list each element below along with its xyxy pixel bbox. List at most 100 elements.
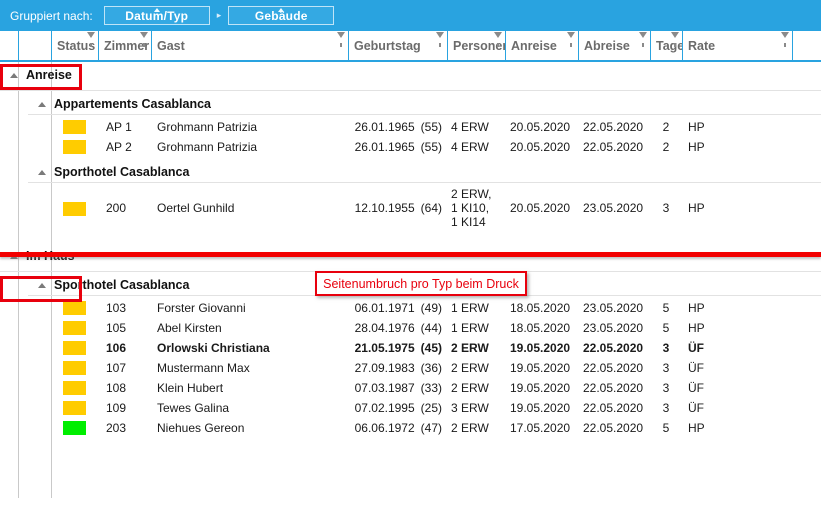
collapse-triangle-icon[interactable]: [38, 282, 46, 288]
table-row[interactable]: 108 Klein Hubert 07.03.1987 (33) 2 ERW 19.05.…: [0, 378, 821, 398]
table-row[interactable]: 107 Mustermann Max 27.09.1983 (36) 2 ERW 19.0…: [0, 358, 821, 378]
table-row[interactable]: 203 Niehues Gereon 06.06.1972 (47) 2 ERW 17.0…: [0, 418, 821, 438]
column-header-personen[interactable]: Personen: [447, 31, 505, 60]
column-header-status[interactable]: Status: [51, 31, 98, 60]
cell-gast: Grohmann Patrizia: [157, 140, 258, 154]
cell-anreise: 19.05.2020: [510, 361, 571, 375]
column-header-anreise[interactable]: Anreise: [505, 31, 578, 60]
cell-anreise: 18.05.2020: [510, 321, 571, 335]
status-color-swatch: [63, 341, 86, 355]
status-cell: [63, 418, 86, 438]
personen-line: 1 KI14: [451, 215, 486, 229]
table-row[interactable]: AP 2 Grohmann Patrizia 26.01.1965 (55) 4 ERW…: [0, 137, 821, 157]
cell-geburtstag: 06.01.1971 (49): [348, 298, 447, 318]
personen-line: 1 ERW: [451, 321, 489, 335]
group-header-level2[interactable]: Appartements Casablanca: [38, 93, 211, 115]
cell-gast: Grohmann Patrizia: [157, 120, 258, 134]
column-header-spacer2[interactable]: [18, 31, 51, 60]
personen-line: 1 ERW: [451, 301, 489, 315]
column-header-rate[interactable]: Rate: [682, 31, 792, 60]
column-header-abreise[interactable]: Abreise: [578, 31, 650, 60]
birthday-age: (55): [420, 120, 442, 134]
filter-icon[interactable]: [87, 32, 95, 47]
birthday-age: (44): [420, 321, 442, 335]
column-header-gast[interactable]: Gast: [151, 31, 348, 60]
annotation-callout-text: Seitenumbruch pro Typ beim Druck: [323, 276, 519, 291]
personen-line: 2 ERW: [451, 361, 489, 375]
filter-icon[interactable]: [671, 32, 679, 47]
column-header-zimmer[interactable]: Zimmer: [98, 31, 151, 60]
cell-gast: Klein Hubert: [157, 381, 224, 395]
personen-line: 2 ERW: [451, 381, 489, 395]
status-color-swatch: [63, 321, 86, 335]
table-row[interactable]: 103 Forster Giovanni 06.01.1971 (49) 1 ERW 18…: [0, 298, 821, 318]
cell-personen: 2 ERW: [451, 338, 505, 358]
chevron-right-icon: ▸: [216, 10, 222, 20]
filter-icon[interactable]: [567, 32, 575, 47]
birthday-date: 27.09.1983: [354, 361, 415, 375]
group-header-level1[interactable]: Anreise: [10, 64, 72, 86]
filter-icon[interactable]: [337, 32, 345, 47]
filter-icon[interactable]: [436, 32, 444, 47]
table-row[interactable]: 105 Abel Kirsten 28.04.1976 (44) 1 ERW 18.05.…: [0, 318, 821, 338]
cell-geburtstag: 07.02.1995 (25): [348, 398, 447, 418]
cell-anreise: 20.05.2020: [510, 201, 571, 215]
status-cell: [63, 398, 86, 418]
birthday-date: 07.02.1995: [354, 401, 415, 415]
cell-zimmer: 203: [106, 421, 127, 435]
status-color-swatch: [63, 301, 86, 315]
column-header-spacer1[interactable]: [0, 31, 18, 60]
cell-rate: HP: [688, 421, 705, 435]
cell-abreise: 22.05.2020: [583, 381, 644, 395]
cell-personen: 1 ERW: [451, 318, 505, 338]
birthday-date: 26.01.1965: [354, 120, 415, 134]
cell-gast: Orlowski Christiana: [157, 341, 270, 355]
collapse-triangle-icon[interactable]: [10, 72, 18, 78]
annotation-page-break-line: [0, 252, 821, 257]
filter-icon[interactable]: [140, 32, 148, 47]
cell-rate: ÜF: [688, 341, 704, 355]
collapse-triangle-icon[interactable]: [38, 169, 46, 175]
filter-icon[interactable]: [781, 32, 789, 47]
table-row[interactable]: AP 1 Grohmann Patrizia 26.01.1965 (55) 4 ERW…: [0, 117, 821, 137]
cell-tage: 5: [662, 421, 670, 435]
column-header-tage[interactable]: Tage: [650, 31, 682, 60]
column-header-geburtstag[interactable]: Geburtstag: [348, 31, 447, 60]
filter-icon[interactable]: [639, 32, 647, 47]
status-color-swatch: [63, 202, 86, 216]
cell-geburtstag: 26.01.1965 (55): [348, 137, 447, 157]
group-header-label: Appartements Casablanca: [54, 97, 212, 111]
cell-zimmer: 108: [106, 381, 127, 395]
table-row[interactable]: 200 Oertel Gunhild 12.10.1955 (64) 2 ERW, 1 K…: [0, 185, 821, 233]
group-header-label: Anreise: [26, 68, 72, 82]
cell-abreise: 22.05.2020: [583, 120, 644, 134]
filter-icon[interactable]: [494, 32, 502, 47]
cell-rate: ÜF: [688, 381, 704, 395]
column-header-label: Geburtstag: [354, 38, 421, 53]
cell-abreise: 22.05.2020: [583, 401, 644, 415]
table-row[interactable]: 109 Tewes Galina 07.02.1995 (25) 3 ERW 19.05.…: [0, 398, 821, 418]
table-row[interactable]: 106 Orlowski Christiana 21.05.1975 (45) 2 ER…: [0, 338, 821, 358]
birthday-age: (25): [420, 401, 442, 415]
group-header-level2[interactable]: Sporthotel Casablanca: [38, 274, 189, 296]
personen-line: 4 ERW: [451, 120, 489, 134]
group-header-level2[interactable]: Sporthotel Casablanca: [38, 161, 189, 183]
column-header-endcol[interactable]: [792, 31, 821, 60]
birthday-date: 07.03.1987: [354, 381, 415, 395]
cell-rate: HP: [688, 120, 705, 134]
status-cell: [63, 318, 86, 338]
cell-abreise: 22.05.2020: [583, 140, 644, 154]
status-color-swatch: [63, 361, 86, 375]
cell-anreise: 19.05.2020: [510, 401, 571, 415]
cell-rate: ÜF: [688, 361, 704, 375]
birthday-age: (45): [420, 341, 442, 355]
group-chip-datum-typ[interactable]: Datum/Typ: [103, 6, 210, 25]
cell-abreise: 22.05.2020: [583, 361, 644, 375]
group-by-bar: Gruppiert nach: Datum/Typ ▸ Gebäude: [0, 0, 821, 31]
group-separator: [0, 90, 821, 91]
personen-line: 2 ERW: [451, 341, 489, 355]
group-chip-gebaeude[interactable]: Gebäude: [228, 6, 335, 25]
status-cell: [63, 298, 86, 318]
collapse-triangle-icon[interactable]: [38, 101, 46, 107]
personen-line: 2 ERW,: [451, 187, 492, 201]
